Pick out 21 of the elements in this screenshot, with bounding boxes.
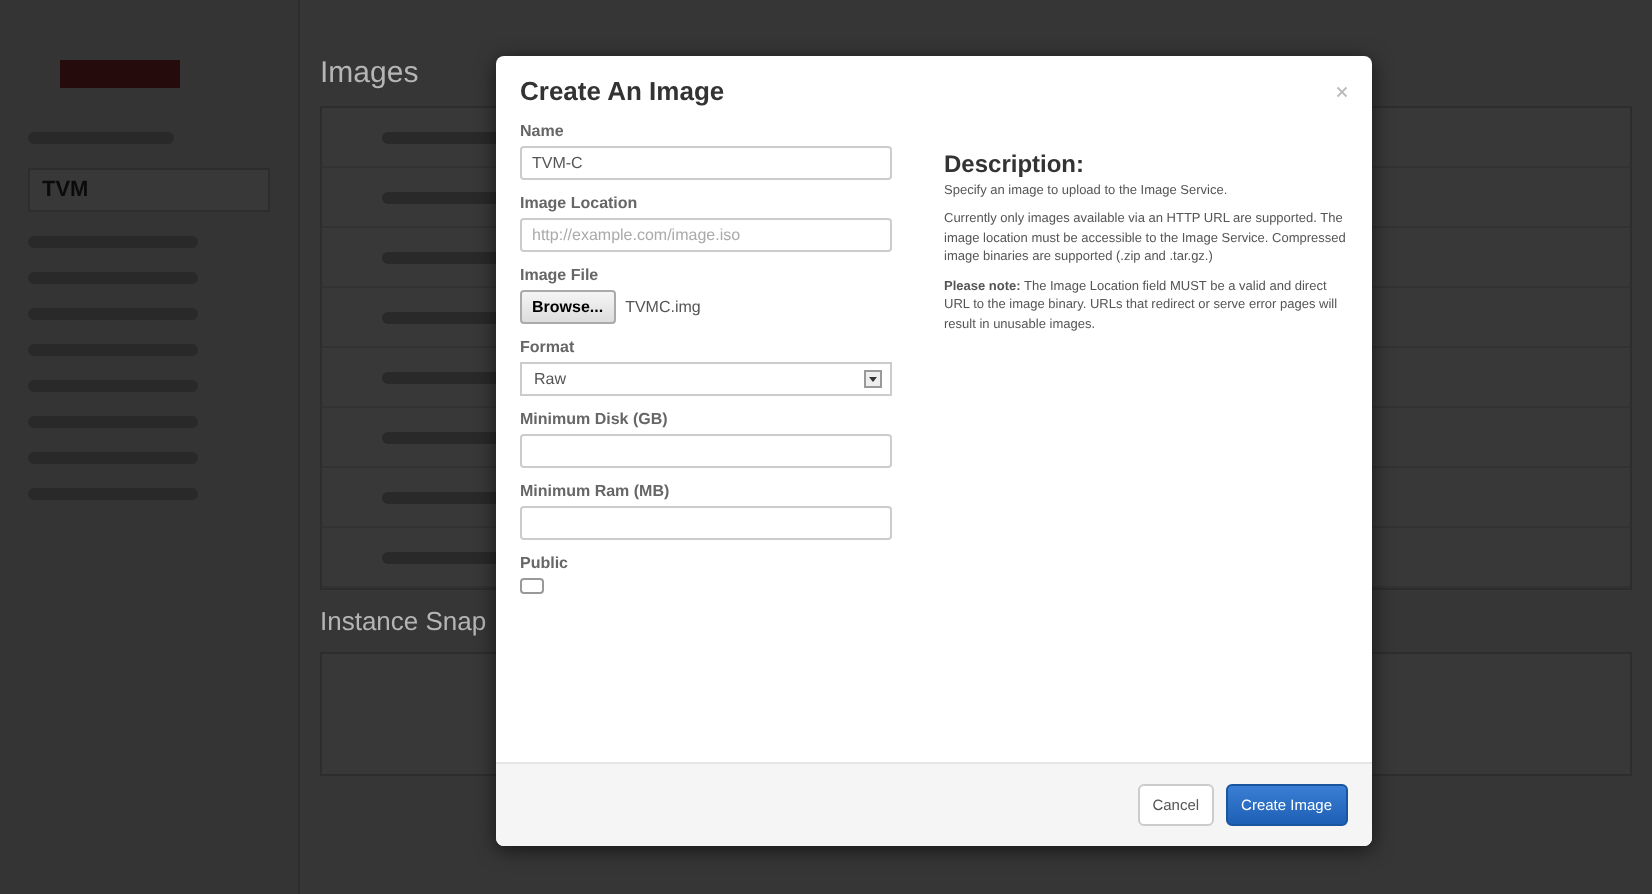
field-label: Minimum Ram (MB) bbox=[520, 482, 672, 500]
input-field[interactable] bbox=[520, 506, 892, 540]
caret-icon bbox=[864, 370, 882, 388]
field-label: Public bbox=[520, 554, 571, 572]
input-field[interactable] bbox=[520, 434, 892, 468]
field-label: Minimum Disk (GB) bbox=[520, 410, 670, 428]
dialog-title: Create An Image bbox=[520, 76, 725, 106]
field-label: Image Location bbox=[520, 194, 640, 212]
field-label: Name bbox=[520, 122, 566, 140]
section-title: Instance Snap bbox=[320, 606, 487, 636]
field-label: Image File bbox=[520, 266, 601, 284]
browse-button[interactable]: Browse... bbox=[520, 290, 616, 324]
input-field[interactable]: http://example.com/image.iso bbox=[520, 218, 892, 252]
public-checkbox[interactable] bbox=[520, 578, 544, 594]
file-name: TVMC.img bbox=[625, 298, 701, 316]
description-heading: Description: bbox=[944, 150, 1087, 178]
close-icon[interactable] bbox=[1336, 85, 1348, 97]
input-field[interactable]: TVM-C bbox=[520, 146, 892, 180]
field-label: Format bbox=[520, 338, 577, 356]
page-title: Images bbox=[320, 56, 419, 90]
format-dropdown[interactable]: Raw bbox=[520, 362, 892, 396]
